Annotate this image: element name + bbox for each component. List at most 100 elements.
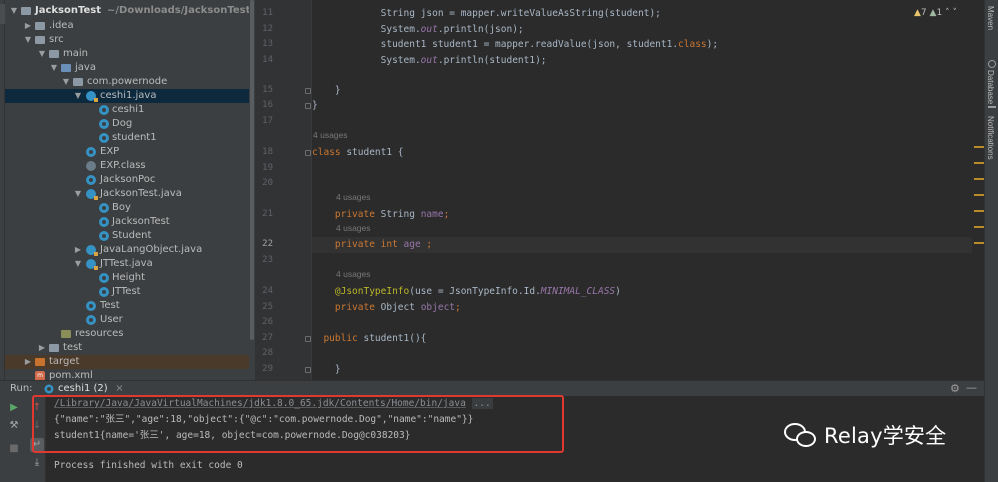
stop-icon[interactable]: ■	[7, 442, 21, 456]
gear-icon[interactable]: ⚙	[950, 382, 960, 395]
tree-node-exp[interactable]: EXP	[5, 145, 255, 159]
run-toolbar-primary: ▶ ⚒ ■	[0, 396, 28, 482]
warning-stripe-mark[interactable]	[974, 146, 984, 148]
line-number: 23	[262, 255, 273, 265]
tree-node-resources[interactable]: resources	[5, 327, 255, 341]
tree-node-user[interactable]: User	[5, 313, 255, 327]
tree-node-exp-class[interactable]: EXP.class	[5, 159, 255, 173]
tree-node-test-dir[interactable]: ▶ test	[5, 341, 255, 355]
maven-tool-button[interactable]: Maven	[986, 6, 995, 30]
run-tab-ceshi1[interactable]: ceshi1 (2) ×	[36, 381, 124, 397]
tree-node-ceshi1[interactable]: ceshi1	[5, 103, 255, 117]
tree-node-root[interactable]: ▼ JacksonTest ~/Downloads/JacksonTest	[5, 4, 255, 18]
chevron-down-icon[interactable]: ▼	[73, 89, 83, 103]
tree-node-label: Height	[112, 272, 146, 283]
chevron-down-icon[interactable]: ▼	[23, 33, 33, 47]
class-icon	[86, 147, 96, 157]
warning-stripe-mark[interactable]	[974, 162, 984, 164]
tree-node-pom[interactable]: m pom.xml	[5, 369, 255, 380]
tree-node-target[interactable]: ▶ target	[5, 355, 255, 369]
folder-icon	[49, 344, 59, 352]
tree-node-student[interactable]: Student	[5, 229, 255, 243]
tree-node-jacksonpoc[interactable]: JacksonPoc	[5, 173, 255, 187]
bell-icon[interactable]	[988, 106, 996, 114]
next-highlight-icon[interactable]: ˅	[952, 8, 957, 18]
fold-marker-icon[interactable]	[305, 367, 311, 373]
warning-stripe-mark[interactable]	[974, 194, 984, 196]
line-number: 20	[262, 178, 273, 188]
minimize-icon[interactable]: —	[966, 381, 977, 394]
tree-node-package[interactable]: ▼ com.powernode	[5, 75, 255, 89]
code-token: age	[397, 239, 421, 250]
chevron-down-icon[interactable]: ▼	[37, 47, 47, 61]
code-editor[interactable]: String json = mapper.writeValueAsString(…	[312, 0, 974, 380]
tree-node-jttest-java[interactable]: ▼ JTTest.java	[5, 257, 255, 271]
inspection-widget[interactable]: ▲7 ▲1 ˄ ˅	[914, 8, 957, 18]
arrow-down-icon[interactable]: ↓	[30, 419, 44, 433]
warning-stripe-mark[interactable]	[974, 178, 984, 180]
tree-node-dog[interactable]: Dog	[5, 117, 255, 131]
chevron-down-icon[interactable]: ▼	[73, 187, 83, 201]
chevron-right-icon[interactable]: ▶	[23, 19, 33, 33]
tree-node-java[interactable]: ▼ java	[5, 61, 255, 75]
soft-wrap-icon[interactable]: ↵	[30, 438, 44, 452]
tree-node-label: pom.xml	[49, 370, 93, 380]
chevron-down-icon[interactable]: ▼	[49, 61, 59, 75]
chevron-right-icon[interactable]: ▶	[73, 243, 83, 257]
console-command-expand[interactable]: ...	[471, 398, 493, 409]
arrow-up-icon[interactable]: ↑	[30, 401, 44, 415]
fold-marker-icon[interactable]	[305, 88, 311, 94]
scrollbar-thumb[interactable]	[250, 0, 254, 340]
tree-node-idea[interactable]: ▶ .idea	[5, 19, 255, 33]
notifications-tool-button[interactable]: Notifications	[986, 116, 995, 160]
code-line: student1 student1 = mapper.readValue(jso…	[312, 37, 972, 53]
database-icon[interactable]	[988, 60, 996, 68]
usages-hint[interactable]: 4 usages	[313, 130, 348, 140]
console-scrollbar[interactable]	[974, 396, 984, 482]
tree-node-ceshi1-java[interactable]: ▼ ceshi1.java	[5, 89, 255, 103]
code-line: }	[312, 364, 341, 375]
tree-node-student1[interactable]: student1	[5, 131, 255, 145]
chevron-down-icon[interactable]: ▼	[73, 257, 83, 271]
console-command-path[interactable]: /Library/Java/JavaVirtualMachines/jdk1.8…	[54, 398, 466, 409]
tree-node-jttest[interactable]: JTTest	[5, 285, 255, 299]
tree-node-label: .idea	[49, 20, 74, 31]
tree-node-javalangobject-java[interactable]: ▶ JavaLangObject.java	[5, 243, 255, 257]
fold-marker-icon[interactable]	[305, 336, 311, 342]
error-stripe[interactable]	[974, 0, 984, 380]
tree-node-jacksontest-java[interactable]: ▼ JacksonTest.java	[5, 187, 255, 201]
tree-node-label: JTTest.java	[100, 258, 153, 269]
code-line: System.out.println(student1);	[312, 53, 972, 69]
usages-hint[interactable]: 4 usages	[336, 269, 371, 279]
folder-icon	[49, 50, 59, 58]
fold-marker-icon[interactable]	[305, 150, 311, 156]
fold-marker-icon[interactable]	[305, 103, 311, 109]
close-icon[interactable]: ×	[115, 381, 123, 397]
warning-stripe-mark[interactable]	[974, 226, 984, 228]
previous-highlight-icon[interactable]: ˄	[945, 8, 950, 18]
tree-node-src[interactable]: ▼ src	[5, 33, 255, 47]
chevron-down-icon[interactable]: ▼	[9, 4, 19, 18]
weak-warning-count: 1	[936, 8, 943, 18]
chevron-down-icon[interactable]: ▼	[61, 75, 71, 89]
usages-hint[interactable]: 4 usages	[336, 192, 371, 202]
code-token: public	[312, 333, 358, 344]
usages-hint[interactable]: 4 usages	[336, 223, 371, 233]
tree-node-height[interactable]: Height	[5, 271, 255, 285]
database-tool-button[interactable]: Database	[986, 70, 995, 104]
tree-node-boy[interactable]: Boy	[5, 201, 255, 215]
wrench-icon[interactable]: ⚒	[7, 419, 21, 433]
rerun-icon[interactable]: ▶	[7, 401, 21, 415]
code-token: student1(){	[357, 333, 427, 344]
code-token: private	[312, 302, 375, 313]
console-command-line: /Library/Java/JavaVirtualMachines/jdk1.8…	[54, 396, 493, 412]
chevron-right-icon[interactable]: ▶	[37, 341, 47, 355]
tree-node-test-class[interactable]: Test	[5, 299, 255, 313]
tree-node-label: Dog	[112, 118, 133, 129]
warning-stripe-mark[interactable]	[974, 210, 984, 212]
tree-node-jacksontest[interactable]: JacksonTest	[5, 215, 255, 229]
chevron-right-icon[interactable]: ▶	[23, 355, 33, 369]
warning-stripe-mark[interactable]	[974, 242, 984, 244]
scroll-to-end-icon[interactable]: ⤓	[30, 456, 44, 470]
tree-node-main[interactable]: ▼ main	[5, 47, 255, 61]
